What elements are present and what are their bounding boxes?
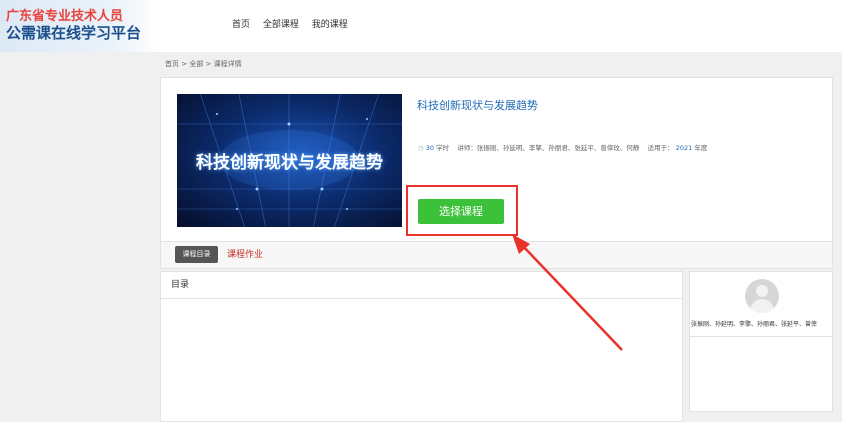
teacher-avatar — [745, 279, 779, 313]
annotation-highlight-box — [406, 185, 518, 236]
avatar-head-shape — [756, 285, 768, 297]
lecturers-list: 张振刚、孙延明、李擎、孙丽君、张延平、曾倖玟、何静 — [476, 144, 640, 152]
avatar-body-shape — [750, 299, 774, 313]
course-hours-unit: 学时 — [436, 144, 450, 152]
logo-title: 公需课在线学习平台 — [6, 24, 142, 42]
nav-my-courses[interactable]: 我的课程 — [312, 20, 348, 30]
thumbnail-title: 科技创新现状与发展趋势 — [196, 153, 383, 173]
applicable-label: 适用于： — [647, 144, 674, 152]
teacher-names: 张振刚、孙延明、李擎、孙丽君、张延平、曾倖 — [691, 321, 818, 328]
course-tab-bar: 课程目录 课程作业 — [160, 242, 833, 269]
nav-all-courses[interactable]: 全部课程 — [263, 20, 299, 30]
catalog-heading: 目录 — [161, 272, 682, 299]
teacher-divider — [690, 336, 834, 337]
course-card: 科技创新现状与发展趋势 科技创新现状与发展趋势 ◷ 30 学时 讲师：张振刚、孙… — [160, 77, 833, 242]
nav-home[interactable]: 首页 — [232, 20, 250, 30]
teacher-panel: 张振刚、孙延明、李擎、孙丽君、张延平、曾倖 — [689, 271, 834, 412]
catalog-panel: 目录 — [160, 271, 683, 422]
course-meta: ◷ 30 学时 讲师：张振刚、孙延明、李擎、孙丽君、张延平、曾倖玟、何静 适用于… — [418, 142, 707, 152]
site-logo[interactable]: 广东省专业技术人员 公需课在线学习平台 — [0, 0, 160, 52]
main-nav: 首页 全部课程 我的课程 — [232, 17, 358, 30]
top-header: 广东省专业技术人员 公需课在线学习平台 首页 全部课程 我的课程 — [0, 0, 842, 52]
clock-icon: ◷ — [418, 144, 424, 152]
lecturers-label: 讲师： — [457, 144, 477, 152]
course-title: 科技创新现状与发展趋势 — [417, 99, 538, 112]
tab-course-homework[interactable]: 课程作业 — [227, 247, 263, 260]
tab-course-catalog[interactable]: 课程目录 — [175, 246, 218, 263]
course-thumbnail: 科技创新现状与发展趋势 — [177, 94, 402, 227]
applicable-year: 2021 — [675, 144, 693, 152]
breadcrumb[interactable]: 首页 > 全部 > 课程详情 — [165, 59, 242, 69]
applicable-unit: 年度 — [694, 144, 708, 152]
course-hours: 30 — [425, 144, 435, 152]
